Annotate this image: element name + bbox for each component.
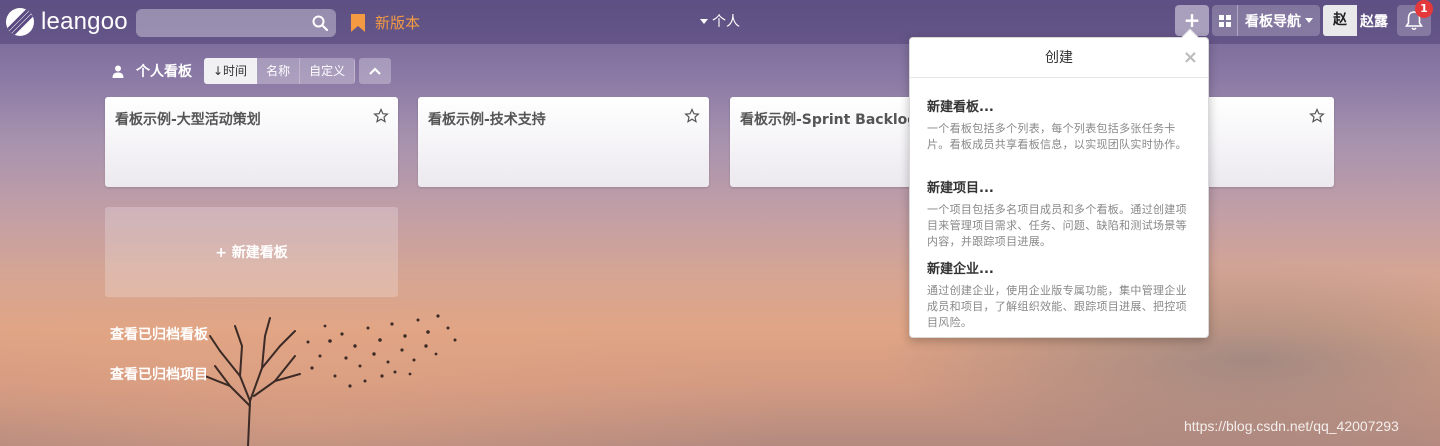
watermark: https://blog.csdn.net/qq_42007293 <box>1184 418 1399 434</box>
board-title: 看板示例-技术支持 <box>428 112 546 128</box>
board-card[interactable]: 看板示例-技术支持 <box>418 97 709 187</box>
board-title: 看板示例-大型活动策划 <box>115 112 261 128</box>
board-nav-label: 看板导航 <box>1245 13 1301 30</box>
board-nav-button[interactable]: 看板导航 <box>1212 5 1320 36</box>
person-icon <box>112 65 124 78</box>
sort-options: ↓时间 名称 自定义 <box>204 58 356 84</box>
bookmark-icon <box>351 13 365 32</box>
new-board-button[interactable]: + 新建看板 <box>105 207 398 297</box>
leangoo-logo-icon <box>6 8 34 36</box>
option-title: 新建项目... <box>927 181 994 196</box>
archived-boards-link[interactable]: 查看已归档看板 <box>110 324 208 344</box>
close-icon[interactable]: × <box>1183 38 1198 78</box>
new-version-link[interactable]: 新版本 <box>350 12 420 33</box>
board-card[interactable]: 看板示例-大型活动策划 <box>105 97 398 187</box>
board-toolbar: 个人看板 ↓时间 名称 自定义 <box>112 58 392 84</box>
option-description: 通过创建企业，使用企业版专属功能，集中管理企业成员和项目，了解组织效能、跟踪项目… <box>927 284 1187 329</box>
logo[interactable]: leangoo <box>6 8 128 36</box>
create-project-option[interactable]: 新建项目... 一个项目包括多名项目成员和多个看板。通过创建项目来管理项目需求、… <box>927 177 1195 250</box>
create-enterprise-option[interactable]: 新建企业... 通过创建企业，使用企业版专属功能，集中管理企业成员和项目，了解组… <box>927 258 1195 331</box>
star-icon[interactable] <box>684 108 700 124</box>
top-bar: leangoo 新版本 个人 + 看板导航 赵 赵露 1 <box>0 0 1440 44</box>
tree-illustration <box>204 314 457 446</box>
section-title: 个人看板 <box>136 64 192 80</box>
create-board-option[interactable]: 新建看板... 一个看板包括多个列表，每个列表包括多张任务卡片。看板成员共享看板… <box>927 96 1195 153</box>
search-icon[interactable] <box>312 15 328 31</box>
chevron-up-icon <box>369 67 381 75</box>
collapse-button[interactable] <box>359 58 392 84</box>
logo-text: leangoo <box>41 8 128 35</box>
search-box[interactable] <box>136 9 336 37</box>
option-description: 一个项目包括多名项目成员和多个看板。通过创建项目来管理项目需求、任务、问题、缺陷… <box>927 203 1187 248</box>
option-title: 新建企业... <box>927 262 994 277</box>
create-popover: 创建 × 新建看板... 一个看板包括多个列表，每个列表包括多张任务卡片。看板成… <box>909 28 1209 338</box>
workspace-label: 个人 <box>712 14 740 30</box>
workspace-switch[interactable]: 个人 <box>700 11 740 31</box>
caret-down-icon <box>1305 18 1313 23</box>
archived-projects-link[interactable]: 查看已归档项目 <box>110 364 208 384</box>
sort-by-name-button[interactable]: 名称 <box>257 58 301 84</box>
option-description: 一个看板包括多个列表，每个列表包括多张任务卡片。看板成员共享看板信息，以实现团队… <box>927 122 1187 151</box>
option-title: 新建看板... <box>927 100 994 115</box>
star-icon[interactable] <box>1309 108 1325 124</box>
popover-header: 创建 × <box>910 38 1208 78</box>
username[interactable]: 赵露 <box>1360 11 1388 31</box>
grid-icon <box>1212 5 1238 36</box>
notification-badge: 1 <box>1415 0 1433 18</box>
board-title: 看板示例-Sprint Backlog <box>740 112 918 128</box>
star-icon[interactable] <box>373 108 389 124</box>
sort-by-time-button[interactable]: ↓时间 <box>204 58 258 84</box>
popover-title: 创建 <box>1045 50 1073 66</box>
caret-down-icon <box>700 18 708 24</box>
sort-custom-button[interactable]: 自定义 <box>300 58 356 84</box>
new-version-label: 新版本 <box>375 14 421 32</box>
avatar[interactable]: 赵 <box>1323 5 1357 36</box>
